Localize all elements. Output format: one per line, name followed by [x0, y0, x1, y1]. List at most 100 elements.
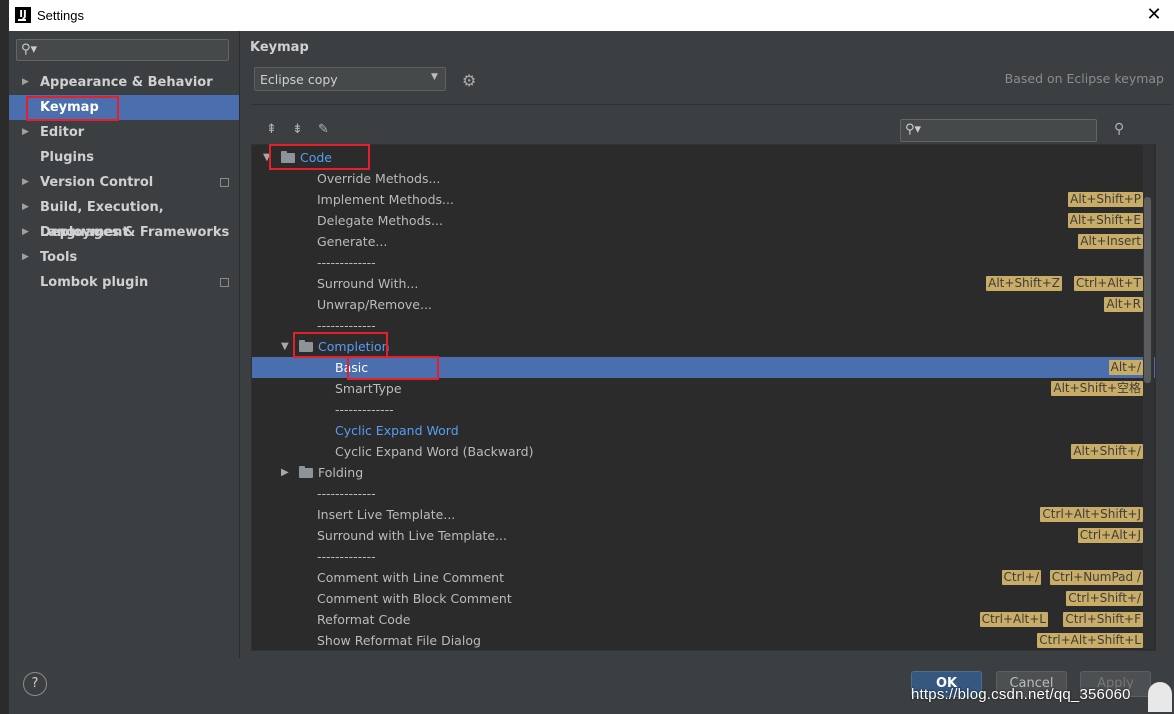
tree-action-row[interactable]: Reformat Code Ctrl+Shift+F Ctrl+Alt+L — [252, 609, 1155, 630]
settings-sidebar: ⚲▾ ▶ Appearance & Behavior Keymap ▶ Editor Pl… — [9, 31, 240, 658]
tree-action-row[interactable]: Implement Methods... Alt+Shift+P — [252, 189, 1155, 210]
sidebar-item-languages-frameworks[interactable]: ▶ Languages & Frameworks — [9, 220, 239, 245]
sidebar-item-label: Lombok plugin — [40, 275, 149, 290]
window-title: Settings — [37, 8, 84, 23]
expand-arrow-icon[interactable]: ▶ — [281, 462, 289, 483]
sidebar-item-build-execution-deployment[interactable]: ▶ Build, Execution, Deployment — [9, 195, 239, 240]
tree-folder-row[interactable]: ▼ Code — [252, 147, 1155, 168]
based-on-label: Based on Eclipse keymap — [1004, 71, 1164, 86]
tree-row-label: Cyclic Expand Word (Backward) — [335, 444, 534, 459]
tree-row-label: Unwrap/Remove... — [317, 297, 432, 312]
sidebar-item-version-control[interactable]: ▶ Version Control — [9, 170, 239, 195]
avatar — [1148, 682, 1172, 712]
tree-action-row[interactable]: Cyclic Expand Word — [252, 420, 1155, 441]
expand-arrow-icon[interactable]: ▶ — [22, 170, 29, 195]
watermark-url: https://blog.csdn.net/qq_356060 — [911, 686, 1131, 703]
sidebar-item-plugins[interactable]: Plugins — [9, 145, 239, 170]
expand-arrow-icon[interactable]: ▶ — [22, 220, 29, 245]
tree-separator-row: ------------- — [252, 483, 1155, 504]
sidebar-item-editor[interactable]: ▶ Editor — [9, 120, 239, 145]
shortcut-badge: Alt+R — [1104, 297, 1143, 312]
tree-action-row[interactable]: Delegate Methods... Alt+Shift+E — [252, 210, 1155, 231]
tree-folder-row[interactable]: ▶ Folding — [252, 462, 1155, 483]
shortcut-badge: Ctrl+Alt+L — [979, 612, 1048, 627]
shortcut-badge: Alt+Insert — [1078, 234, 1143, 249]
tree-separator-row: ------------- — [252, 252, 1155, 273]
scrollbar-thumb[interactable] — [1144, 197, 1151, 383]
tree-row-label: SmartType — [335, 381, 402, 396]
sidebar-item-label: Version Control — [40, 175, 154, 190]
shortcut-badge: Ctrl+Alt+T — [1073, 276, 1143, 291]
sidebar-item-label: Editor — [40, 125, 85, 140]
tree-row-label: Insert Live Template... — [317, 507, 456, 522]
annotation-box-completion — [293, 332, 388, 358]
tree-action-row[interactable]: SmartType Alt+Shift+空格 — [252, 378, 1155, 399]
expand-arrow-icon[interactable]: ▶ — [22, 70, 29, 95]
keymap-scheme-value: Eclipse copy — [260, 72, 338, 87]
tree-action-row[interactable]: Insert Live Template... Ctrl+Alt+Shift+J — [252, 504, 1155, 525]
tree-row-label: Folding — [318, 465, 364, 480]
expand-arrow-icon[interactable]: ▶ — [22, 120, 29, 145]
tree-action-row[interactable]: Comment with Line Comment Ctrl+NumPad / Ct… — [252, 567, 1155, 588]
shortcut-badge: Alt+Shift+E — [1067, 213, 1143, 228]
tree-row-label: Cyclic Expand Word — [335, 423, 459, 438]
edit-icon[interactable]: ✎ — [318, 122, 329, 137]
tree-action-row[interactable]: Surround with Live Template... Ctrl+Alt+J — [252, 525, 1155, 546]
tree-row-label: Implement Methods... — [317, 192, 454, 207]
gear-icon[interactable]: ⚙ — [462, 71, 476, 90]
expand-arrow-icon[interactable]: ▶ — [22, 245, 29, 270]
tree-row-label: Show Reformat File Dialog — [317, 633, 481, 648]
shortcut-badge: Ctrl+Shift+/ — [1066, 591, 1143, 606]
tree-row-label: Comment with Line Comment — [317, 570, 504, 585]
annotation-box-basic — [347, 356, 439, 380]
tree-action-row[interactable]: Override Methods... — [252, 168, 1155, 189]
sidebar-item-lombok-plugin[interactable]: Lombok plugin — [9, 270, 239, 295]
keymap-panel: Keymap Eclipse copy ▼ ⚙ Based on Eclipse… — [240, 31, 1174, 658]
shortcut-badge: Ctrl+Alt+Shift+L — [1037, 633, 1143, 648]
sidebar-item-tools[interactable]: ▶ Tools — [9, 245, 239, 270]
action-search-input[interactable]: ⚲▾ — [900, 119, 1097, 142]
search-icon: ⚲▾ — [905, 122, 922, 137]
help-button[interactable]: ? — [23, 672, 47, 696]
find-by-shortcut-icon[interactable]: ⚲ — [1114, 121, 1124, 137]
expand-arrow-icon[interactable]: ▶ — [22, 195, 29, 220]
tree-action-row[interactable]: Generate... Alt+Insert — [252, 231, 1155, 252]
tree-separator-row: ------------- — [252, 546, 1155, 567]
tree-separator-row: ------------- — [252, 399, 1155, 420]
sidebar-item-label: Languages & Frameworks — [40, 225, 230, 240]
collapse-all-icon[interactable]: ⇟ — [292, 122, 303, 137]
tree-action-row[interactable]: Cyclic Expand Word (Backward) Alt+Shift+/ — [252, 441, 1155, 462]
shortcut-badge: Alt+Shift+空格 — [1051, 381, 1143, 396]
title-bar: IJ Settings ✕ — [9, 0, 1174, 32]
close-icon[interactable]: ✕ — [1142, 4, 1166, 26]
sidebar-item-label: Tools — [40, 250, 78, 265]
tree-action-row[interactable]: Unwrap/Remove... Alt+R — [252, 294, 1155, 315]
project-level-icon — [220, 178, 229, 187]
sidebar-search-input[interactable]: ⚲▾ — [16, 39, 229, 61]
folder-icon — [299, 466, 313, 478]
shortcut-badge: Alt+Shift+P — [1068, 192, 1143, 207]
shortcut-badge: Alt+Shift+/ — [1071, 444, 1143, 459]
shortcut-badge: Alt+Shift+Z — [986, 276, 1062, 291]
divider — [251, 104, 1171, 105]
tree-row-label: Override Methods... — [317, 171, 441, 186]
tree-row-label: Surround with Live Template... — [317, 528, 507, 543]
project-level-icon — [220, 278, 229, 287]
tree-action-row[interactable]: Show Reformat File Dialog Ctrl+Alt+Shift+… — [252, 630, 1155, 650]
collapse-arrow-icon[interactable]: ▼ — [281, 336, 289, 357]
shortcut-badge: Ctrl+Alt+Shift+J — [1040, 507, 1143, 522]
tree-action-row[interactable]: Surround With... Ctrl+Alt+T Alt+Shift+Z — [252, 273, 1155, 294]
search-icon: ⚲▾ — [21, 42, 38, 57]
annotation-box-keymap — [26, 96, 119, 121]
keymap-scheme-select[interactable]: Eclipse copy ▼ — [254, 67, 446, 91]
panel-title: Keymap — [250, 40, 309, 55]
tree-row-label: Delegate Methods... — [317, 213, 443, 228]
tree-row-label: Reformat Code — [317, 612, 411, 627]
tree-action-row[interactable]: Comment with Block Comment Ctrl+Shift+/ — [252, 588, 1155, 609]
tree-row-label: Surround With... — [317, 276, 419, 291]
sidebar-item-appearance-behavior[interactable]: ▶ Appearance & Behavior — [9, 70, 239, 95]
shortcut-badge: Ctrl+NumPad / — [1049, 570, 1143, 585]
shortcut-badge: Ctrl+/ — [1001, 570, 1041, 585]
sidebar-item-label: Plugins — [40, 150, 94, 165]
expand-all-icon[interactable]: ⇞ — [266, 122, 277, 137]
